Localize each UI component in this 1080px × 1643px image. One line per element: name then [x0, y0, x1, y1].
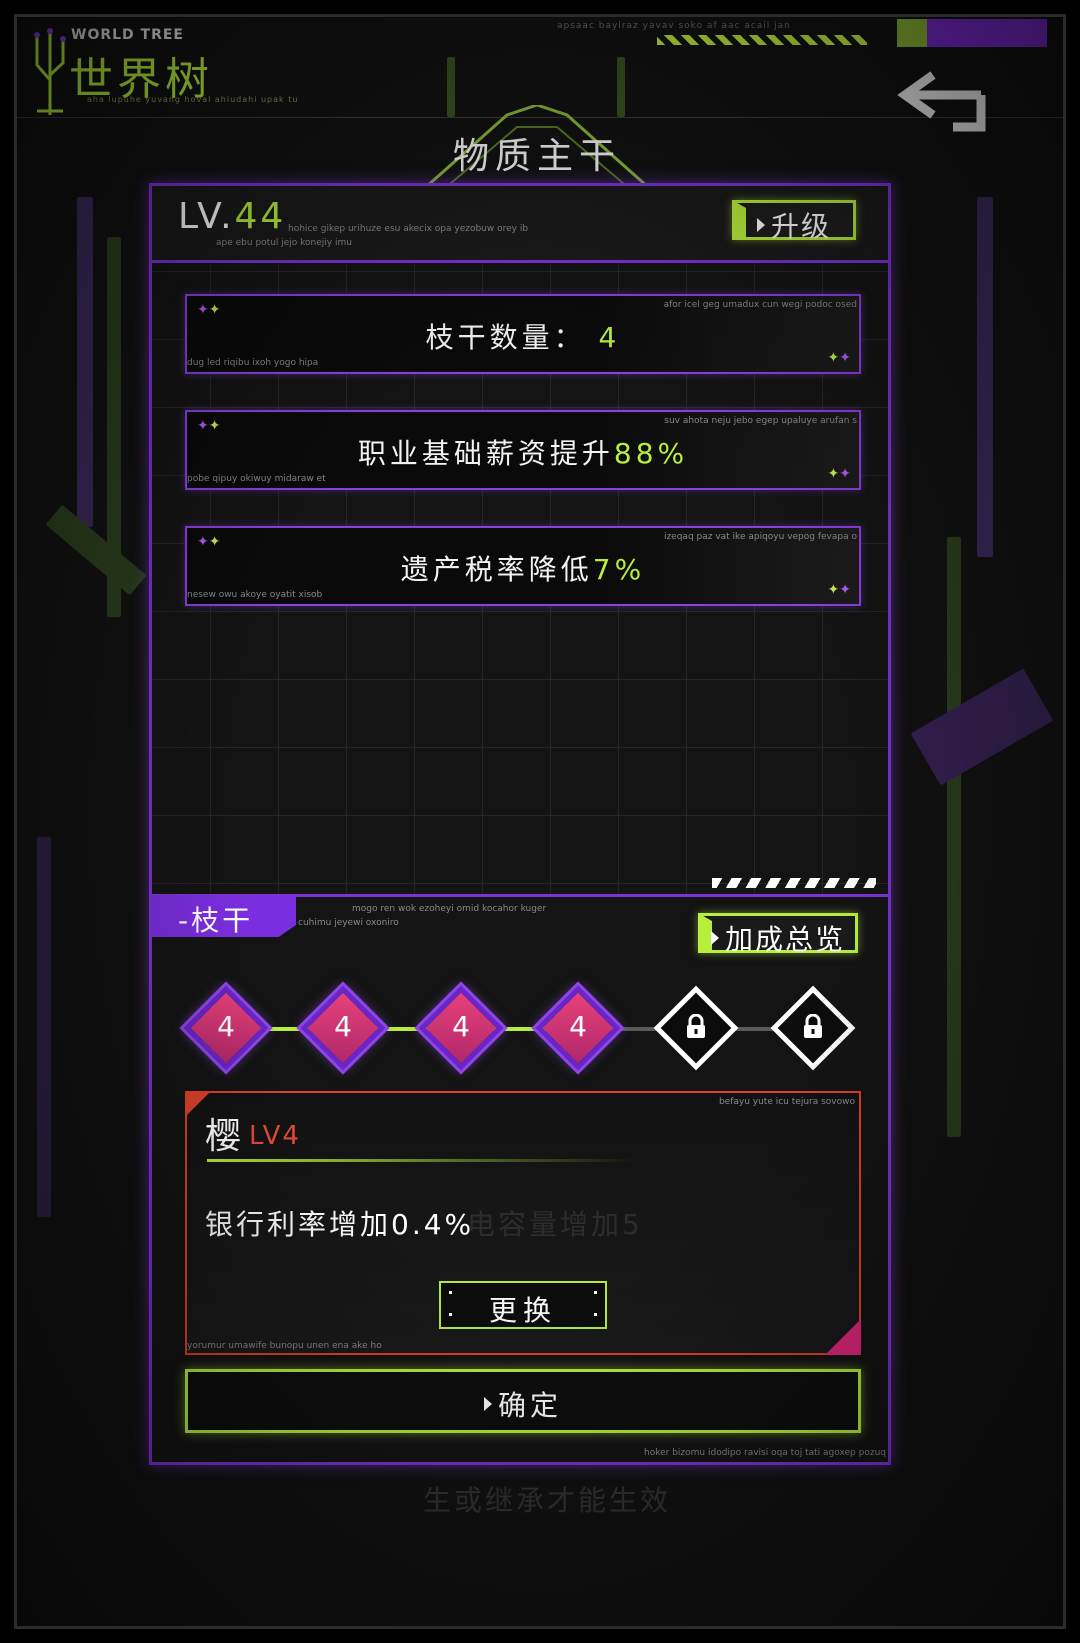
stat-noise-text: afor icel geg umadux cun wegi podoc osed — [663, 300, 857, 310]
branch-effect: 银行利率增加0.4% — [205, 1208, 475, 1241]
dash-strip-decoration — [712, 878, 876, 888]
lock-icon — [687, 1014, 705, 1038]
header-bar: WORLD TREE 世界树 aha lupuhe yuvang hoval a… — [17, 17, 1063, 132]
play-arrow-icon — [710, 931, 719, 945]
upgrade-label: 升级 — [770, 210, 831, 243]
bg-circuit — [947, 537, 961, 1137]
bonus-overview-button[interactable]: 加成总览 — [698, 913, 858, 956]
branch-level: LV4 — [249, 1121, 301, 1151]
detail-noise-text: yorumur umawife bunopu unen ena ake ho — [187, 1341, 382, 1351]
level-prefix: LV. — [178, 196, 235, 237]
overview-label: 加成总览 — [724, 923, 845, 956]
branch-noise-text: mogo ren wok ezoheyi omid kocahor kuger — [352, 904, 547, 914]
branch-node[interactable]: 4 — [534, 984, 622, 1072]
bg-circuit — [45, 504, 147, 596]
stat-value: 88% — [613, 437, 689, 470]
sparkle-icon: ✦✦ — [827, 582, 851, 598]
branch-section-tab: -枝干 — [152, 897, 296, 937]
logo-subtext: aha lupuhe yuvang hoval ahiudahi upak tu — [87, 95, 299, 104]
branch-node-level: 4 — [452, 1010, 470, 1043]
ghost-text: 电容量增加5 — [467, 1208, 643, 1241]
branch-tab-label: -枝干 — [178, 904, 254, 937]
stat-label: 遗产税率降低 — [400, 553, 593, 586]
confirm-button[interactable]: 确定 — [185, 1369, 861, 1433]
stat-card-inheritance-tax: ✦✦ izeqaq paz vat ike apiqoyu vepog feva… — [185, 526, 861, 606]
branch-node-level: 4 — [217, 1010, 235, 1043]
header-stripes — [657, 35, 867, 45]
branch-node-level: 4 — [569, 1010, 587, 1043]
detail-noise-text: befayu yute icu tejura sovowo — [718, 1097, 855, 1107]
tree-icon — [34, 28, 66, 115]
branch-detail-card: befayu yute icu tejura sovowo 樱 LV4 电容量增… — [185, 1091, 861, 1355]
swap-button[interactable]: 更换 — [439, 1281, 607, 1329]
swap-label: 更换 — [488, 1294, 557, 1327]
level-noise-text: ape ebu potul jejo konejiy imu — [216, 238, 352, 248]
panel-noise-text: hoker bizomu idodipo ravisi oqa toj tati… — [644, 1448, 886, 1458]
logo-text-small: WORLD TREE — [71, 27, 184, 43]
game-screen: WORLD TREE 世界树 aha lupuhe yuvang hoval a… — [14, 14, 1066, 1629]
branch-noise-text: cuhimu jeyewi oxoniro — [298, 918, 399, 928]
branch-name: 樱 — [205, 1116, 242, 1157]
branch-node-track: 4 4 4 4 — [182, 976, 872, 1086]
play-arrow-icon — [756, 218, 765, 232]
stat-noise-text: nesew owu akoye oyatit xisob — [187, 590, 323, 600]
stat-card-branch-count: ✦✦ afor icel geg umadux cun wegi podoc o… — [185, 294, 861, 374]
back-arrow-icon[interactable] — [893, 57, 993, 133]
upgrade-button[interactable]: 升级 — [732, 200, 856, 243]
stat-value: 4 — [598, 321, 621, 354]
stat-value: 7% — [592, 553, 646, 586]
main-panel: LV.44 hohice gikep urihuze esu akecix op… — [149, 183, 891, 1465]
bg-circuit — [977, 197, 993, 557]
branch-node[interactable]: 4 — [182, 984, 270, 1072]
level-bar: LV.44 hohice gikep urihuze esu akecix op… — [152, 186, 888, 263]
section-divider — [152, 894, 888, 897]
confirm-label: 确定 — [497, 1389, 562, 1422]
bg-circuit — [910, 668, 1054, 786]
branch-node[interactable]: 4 — [299, 984, 387, 1072]
header-accent-bar — [897, 19, 1047, 47]
lock-icon — [804, 1014, 822, 1038]
sparkle-icon: ✦✦ — [827, 350, 851, 366]
stat-noise-text: pobe qipuy okiwuy midaraw et — [187, 474, 326, 484]
header-noise-text: apsaac baylraz yavav soko af aac acail j… — [557, 21, 791, 31]
level-value: 44 — [234, 196, 287, 237]
play-arrow-icon — [483, 1397, 492, 1411]
level-display: LV.44 — [178, 196, 286, 237]
footer-ghost-text: 生或继承才能生效 — [422, 1484, 671, 1517]
stat-noise-text: suv ahota neju jebo egep upaluye arufan … — [664, 416, 857, 426]
stat-label: 枝干数量： — [425, 321, 586, 354]
stat-noise-text: izeqaq paz vat ike apiqoyu vepog fevapa … — [663, 532, 857, 542]
stat-card-salary: ✦✦ suv ahota neju jebo egep upaluye aruf… — [185, 410, 861, 490]
stat-label: 职业基础薪资提升 — [357, 437, 614, 470]
bg-circuit — [77, 197, 93, 527]
branch-node-locked[interactable] — [652, 984, 740, 1072]
branch-node[interactable]: 4 — [417, 984, 505, 1072]
branch-node-locked[interactable] — [769, 984, 857, 1072]
level-noise-text: hohice gikep urihuze esu akecix opa yezo… — [288, 224, 529, 234]
sparkle-icon: ✦✦ — [827, 466, 851, 482]
stat-noise-text: dug led riqibu ixoh yogo hipa — [187, 358, 319, 368]
bg-circuit — [37, 837, 51, 1217]
corner-accent — [825, 1319, 861, 1355]
name-underline — [207, 1159, 637, 1162]
branch-node-level: 4 — [334, 1010, 352, 1043]
title-area: 物质主干 — [377, 105, 697, 195]
page-title: 物质主干 — [452, 136, 621, 177]
